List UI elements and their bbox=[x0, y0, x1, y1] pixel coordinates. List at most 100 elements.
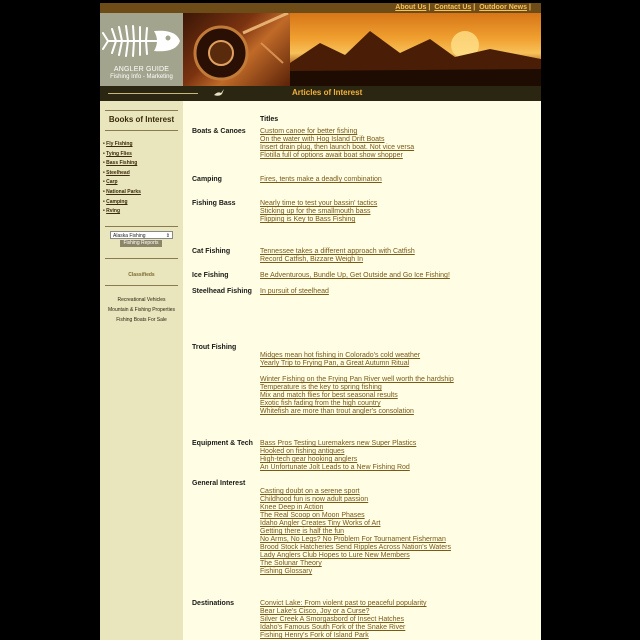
article-link[interactable]: Brood Stock Hatcheries Send Ripples Acro… bbox=[260, 544, 451, 552]
article-link[interactable]: Custom canoe for better fishing bbox=[260, 128, 414, 136]
header: ANGLER GUIDE Fishing Info - Marketing bbox=[100, 11, 541, 86]
list-item: • Steelhead bbox=[103, 169, 130, 176]
article-links: Fires, tents make a deadly combination bbox=[260, 176, 382, 184]
list-item: • National Parks bbox=[103, 188, 141, 195]
list-item: • Rving bbox=[103, 208, 121, 215]
logo[interactable]: ANGLER GUIDE Fishing Info - Marketing bbox=[100, 13, 183, 86]
article-link[interactable]: Lady Anglers Club Hopes to Lure New Memb… bbox=[260, 552, 451, 560]
article-link[interactable]: Record Catfish, Bizzare Weigh In bbox=[260, 256, 415, 264]
book-link-carp[interactable]: Carp bbox=[106, 179, 117, 185]
article-link[interactable]: Flotilla full of options await boat show… bbox=[260, 152, 414, 160]
logo-subtitle: Fishing Info - Marketing bbox=[110, 74, 173, 80]
article-link[interactable]: Fishing Henry's Fork of Island Park bbox=[260, 632, 427, 640]
list-item: • Camping bbox=[103, 198, 128, 205]
book-link-bass-fishing[interactable]: Bass Fishing bbox=[106, 160, 137, 166]
article-link[interactable]: Convict Lake: From violent past to peace… bbox=[260, 600, 427, 608]
article-links: Bass Pros Testing Luremakers new Super P… bbox=[260, 440, 416, 472]
divider bbox=[105, 110, 178, 111]
article-link[interactable]: The Real Scoop on Moon Phases bbox=[260, 512, 451, 520]
book-link-fly-fishing[interactable]: Fly Fishing bbox=[106, 141, 132, 147]
category-label: Boats & Canoes bbox=[192, 128, 246, 135]
article-link[interactable]: Hooked on fishing antiques bbox=[260, 448, 416, 456]
category-label: Camping bbox=[192, 176, 222, 183]
classifieds-title: Classifieds bbox=[128, 272, 155, 278]
list-item: • Tying Flies bbox=[103, 150, 132, 157]
article-link[interactable]: Casting doubt on a serene sport bbox=[260, 488, 451, 496]
article-link[interactable]: Bass Pros Testing Luremakers new Super P… bbox=[260, 440, 416, 448]
titles-heading: Titles bbox=[260, 116, 279, 123]
about-us-link[interactable]: About Us bbox=[395, 4, 426, 11]
article-link[interactable]: Idaho Angler Creates Tiny Works of Art bbox=[260, 520, 451, 528]
article-links: Casting doubt on a serene sport Childhoo… bbox=[260, 480, 451, 576]
category-label: Ice Fishing bbox=[192, 272, 229, 279]
article-link[interactable]: Fishing Glossary bbox=[260, 568, 451, 576]
article-link[interactable]: Exotic fish fading from the high country bbox=[260, 400, 454, 408]
page-frame: About Us | Contact Us | Outdoor News | ANGL… bbox=[100, 3, 541, 640]
fishing-reports-button[interactable]: Fishing Reports bbox=[120, 240, 162, 247]
classified-link-boats[interactable]: Fishing Boats For Sale bbox=[100, 315, 183, 325]
article-link[interactable]: No Arms, No Legs? No Problem For Tournam… bbox=[260, 536, 451, 544]
mountain-sunset-photo bbox=[290, 13, 541, 86]
classified-link-properties[interactable]: Mountain & Fishing Properties bbox=[100, 305, 183, 315]
separator: | bbox=[529, 4, 531, 11]
article-link[interactable]: Idaho's Famous South Fork of the Snake R… bbox=[260, 624, 427, 632]
article-link[interactable]: Whitefish are more than trout angler's c… bbox=[260, 408, 454, 416]
article-links: Tennessee takes a different approach wit… bbox=[260, 248, 415, 264]
book-link-steelhead[interactable]: Steelhead bbox=[106, 170, 130, 176]
divider bbox=[105, 258, 178, 259]
article-links: Convict Lake: From violent past to peace… bbox=[260, 600, 427, 640]
book-link-rving[interactable]: Rving bbox=[106, 208, 120, 214]
article-links: Custom canoe for better fishing On the w… bbox=[260, 128, 414, 160]
classified-link-recreational-vehicles[interactable]: Recreational Vehicles bbox=[100, 295, 183, 305]
list-item: • Carp bbox=[103, 179, 118, 186]
region-select-value: Alaska Fishing bbox=[113, 233, 146, 239]
divider bbox=[105, 285, 178, 286]
book-link-tying-flies[interactable]: Tying Flies bbox=[106, 151, 132, 157]
article-link[interactable]: Nearly time to test your bassin' tactics bbox=[260, 200, 377, 208]
article-link[interactable]: Getting there is half the fun bbox=[260, 528, 451, 536]
article-link[interactable]: Yearly Trip to Frying Pan, a Great Autum… bbox=[260, 360, 454, 368]
category-label: Trout Fishing bbox=[192, 344, 237, 351]
divider bbox=[108, 93, 198, 94]
article-link[interactable]: Flipping is Key to Bass Fishing bbox=[260, 216, 377, 224]
logo-title: ANGLER GUIDE bbox=[113, 66, 170, 73]
article-link[interactable]: An Unfortunate Jolt Leads to a New Fishi… bbox=[260, 464, 416, 472]
article-link[interactable]: In pursuit of steelhead bbox=[260, 288, 329, 296]
article-link[interactable]: On the water with Hog Island Drift Boats bbox=[260, 136, 414, 144]
book-link-national-parks[interactable]: National Parks bbox=[106, 189, 141, 195]
article-link[interactable]: Temperature is the key to spring fishing bbox=[260, 384, 454, 392]
article-link[interactable]: Silver Creek A Smorgasbord of Insect Hat… bbox=[260, 616, 427, 624]
article-links: In pursuit of steelhead bbox=[260, 288, 329, 296]
divider bbox=[105, 130, 178, 131]
article-link[interactable]: Sticking up for the smallmouth bass bbox=[260, 208, 377, 216]
region-select[interactable]: Alaska Fishing ⇕ bbox=[110, 231, 173, 239]
article-link[interactable]: Tennessee takes a different approach wit… bbox=[260, 248, 415, 256]
article-link[interactable]: High-tech gear hooking anglers bbox=[260, 456, 416, 464]
contact-us-link[interactable]: Contact Us bbox=[434, 4, 471, 11]
article-link[interactable]: Be Adventurous, Bundle Up, Get Outside a… bbox=[260, 272, 450, 280]
fishing-reel-photo bbox=[183, 11, 290, 86]
article-links: Be Adventurous, Bundle Up, Get Outside a… bbox=[260, 272, 450, 280]
article-link[interactable]: The Solunar Theory bbox=[260, 560, 451, 568]
classifieds-list: Recreational Vehicles Mountain & Fishing… bbox=[100, 295, 183, 325]
article-link[interactable]: Winter Fishing on the Frying Pan River w… bbox=[260, 376, 454, 384]
chevron-updown-icon: ⇕ bbox=[165, 233, 170, 239]
top-bar: About Us | Contact Us | Outdoor News | bbox=[100, 3, 541, 13]
article-link[interactable]: Midges mean hot fishing in Colorado's co… bbox=[260, 352, 454, 360]
category-label: Destinations bbox=[192, 600, 235, 607]
category-label: Fishing Bass bbox=[192, 200, 236, 207]
article-link[interactable]: Mix and match flies for best seasonal re… bbox=[260, 392, 454, 400]
article-link[interactable]: Fires, tents make a deadly combination bbox=[260, 176, 382, 184]
outdoor-news-link[interactable]: Outdoor News bbox=[479, 4, 527, 11]
divider bbox=[105, 226, 178, 227]
article-link[interactable]: Knee Deep in Action bbox=[260, 504, 451, 512]
article-link[interactable]: Childhood fun is now adult passion bbox=[260, 496, 451, 504]
book-link-camping[interactable]: Camping bbox=[106, 199, 127, 205]
list-item: • Fly Fishing bbox=[103, 141, 133, 147]
article-link[interactable]: Bear Lake's Cisco, Joy or a Curse? bbox=[260, 608, 427, 616]
article-link[interactable]: Insert drain plug, then launch boat. Not… bbox=[260, 144, 414, 152]
book-list: • Fly Fishing • Tying Flies • Bass Fishi… bbox=[103, 140, 141, 217]
top-links: About Us | Contact Us | Outdoor News | bbox=[395, 3, 533, 13]
section-title-bar: Articles of Interest bbox=[100, 86, 541, 101]
